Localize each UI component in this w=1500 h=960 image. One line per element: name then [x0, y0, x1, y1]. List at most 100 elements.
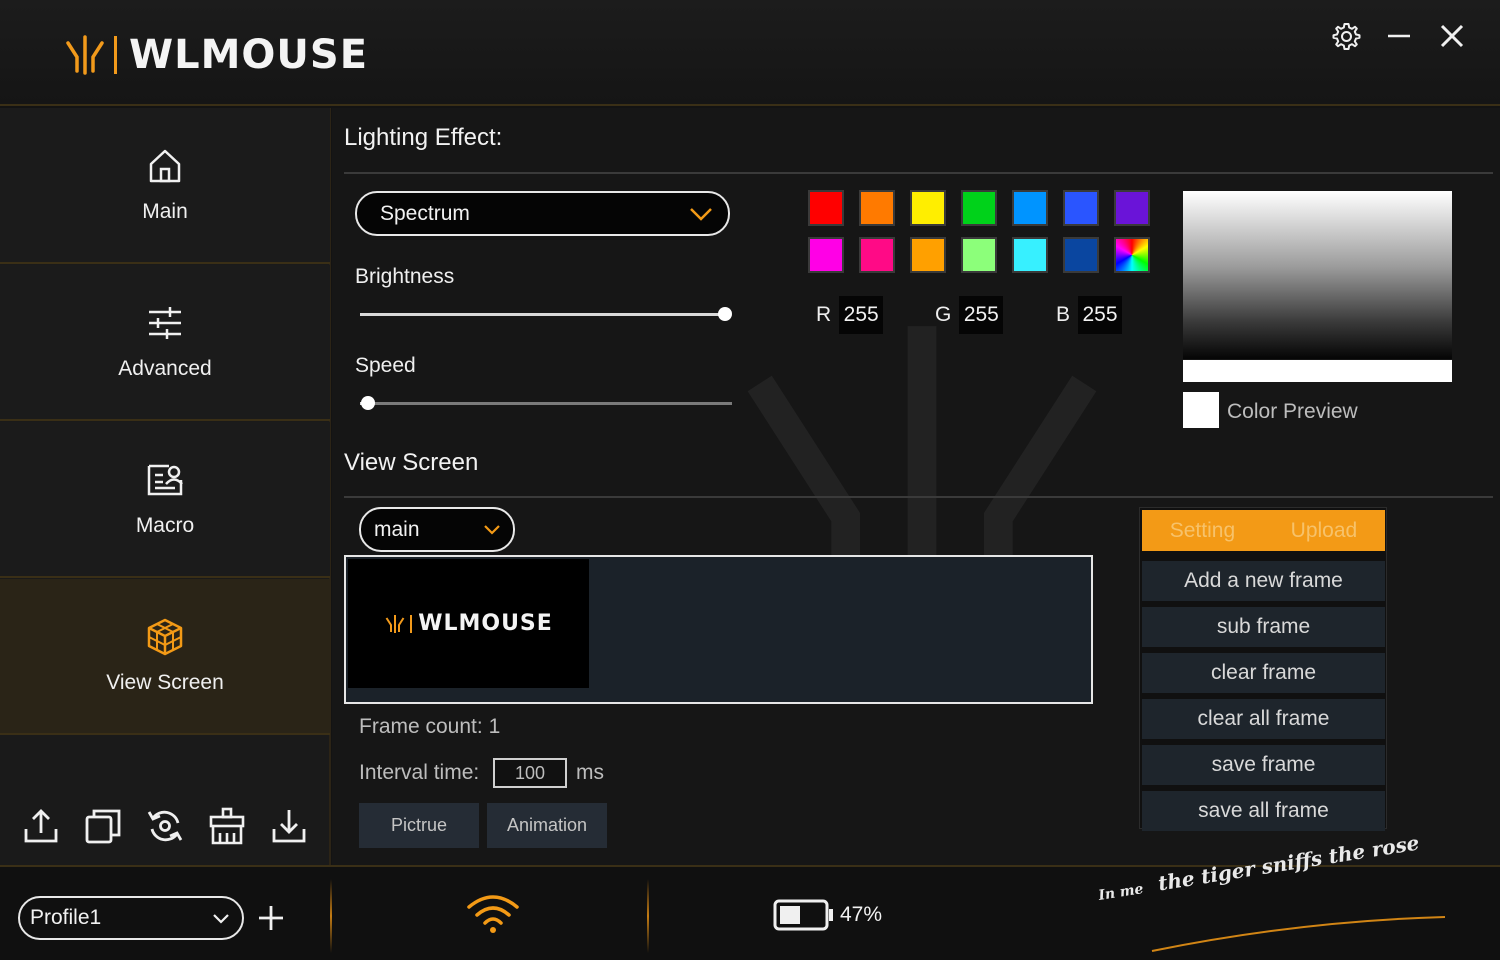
speed-label: Speed — [355, 354, 416, 377]
color-picker-bar[interactable] — [1183, 360, 1452, 382]
export-icon — [24, 809, 58, 843]
slogan-underline — [1151, 916, 1446, 952]
sidebar-item-label: Main — [142, 200, 188, 223]
minimize-button[interactable] — [1381, 18, 1417, 54]
save-all-frame-button[interactable]: save all frame — [1142, 791, 1385, 831]
home-icon — [149, 149, 181, 183]
effect-select[interactable]: Spectrum — [355, 191, 730, 236]
add-frame-button[interactable]: Add a new frame — [1142, 561, 1385, 601]
divider — [344, 496, 1493, 498]
profile-select[interactable]: Profile1 — [18, 896, 244, 940]
reset-button[interactable] — [144, 805, 186, 847]
profile-tools — [0, 805, 330, 847]
color-swatches — [808, 190, 1150, 273]
chevron-down-icon — [484, 525, 500, 535]
color-swatch[interactable] — [859, 237, 895, 273]
r-field: R 255 — [816, 296, 884, 334]
color-preview-label: Color Preview — [1227, 400, 1358, 423]
add-profile-button[interactable] — [256, 903, 286, 933]
screen-canvas[interactable]: WLMOUSE — [344, 555, 1093, 704]
frame-actions-panel: Setting Upload Add a new frame sub frame… — [1139, 507, 1387, 831]
g-input[interactable]: 255 — [959, 296, 1004, 334]
g-field: G 255 — [935, 296, 1004, 334]
frame-tabs: Setting Upload — [1142, 510, 1385, 551]
sidebar-item-label: View Screen — [106, 671, 224, 694]
clear-all-frame-button[interactable]: clear all frame — [1142, 699, 1385, 739]
copy-button[interactable] — [82, 805, 124, 847]
view-screen-title: View Screen — [344, 449, 479, 476]
cube-icon — [147, 618, 183, 656]
clean-button[interactable] — [206, 805, 248, 847]
canvas-brand-name: WLMOUSE — [418, 611, 553, 636]
sidebar-item-view-screen[interactable]: View Screen — [0, 579, 330, 735]
import-icon — [272, 810, 306, 843]
screen-select[interactable]: main — [359, 507, 515, 552]
sidebar-item-macro[interactable]: Macro — [0, 422, 330, 578]
gear-icon — [1332, 23, 1361, 50]
r-label: R — [816, 303, 832, 326]
app-logo: WLMOUSE — [64, 32, 368, 78]
color-swatch[interactable] — [1012, 237, 1048, 273]
color-preview-swatch — [1183, 392, 1219, 428]
close-button[interactable] — [1434, 18, 1470, 54]
sidebar-item-advanced[interactable]: Advanced — [0, 265, 330, 421]
main-panel: Lighting Effect: Spectrum Brightness Spe… — [332, 108, 1500, 865]
export-button[interactable] — [20, 805, 62, 847]
animation-button[interactable]: Animation — [487, 803, 607, 848]
color-swatch[interactable] — [961, 237, 997, 273]
lighting-effect-title: Lighting Effect: — [344, 124, 503, 151]
interval-label: Interval time: — [359, 761, 480, 784]
status-bar: Profile1 47% In me the tiger sniffs the … — [0, 830, 1500, 960]
wlmouse-logo-icon — [385, 614, 405, 633]
color-swatch[interactable] — [1063, 237, 1099, 273]
color-swatch[interactable] — [1063, 190, 1099, 226]
reset-icon — [147, 810, 183, 842]
sidebar-item-main[interactable]: Main — [0, 108, 330, 264]
brightness-slider-knob[interactable] — [718, 307, 732, 321]
r-input[interactable]: 255 — [839, 296, 884, 334]
footer-divider — [647, 879, 649, 953]
frame-count-label: Frame count: — [359, 715, 483, 738]
plus-icon — [259, 906, 283, 930]
minimize-icon — [1388, 34, 1410, 38]
effect-select-value: Spectrum — [380, 201, 470, 225]
color-swatch[interactable] — [910, 190, 946, 226]
save-frame-button[interactable]: save frame — [1142, 745, 1385, 785]
color-swatch[interactable] — [859, 190, 895, 226]
b-label: B — [1056, 303, 1071, 326]
picture-button[interactable]: Pictrue — [359, 803, 479, 848]
brand-name: WLMOUSE — [129, 32, 369, 78]
chevron-down-icon — [213, 914, 229, 924]
sub-frame-button[interactable]: sub frame — [1142, 607, 1385, 647]
sliders-icon — [149, 307, 181, 339]
b-input[interactable]: 255 — [1078, 296, 1123, 334]
color-swatch[interactable] — [961, 190, 997, 226]
color-swatch[interactable] — [808, 237, 844, 273]
color-swatch[interactable] — [1114, 237, 1150, 273]
color-swatch[interactable] — [1012, 190, 1048, 226]
speed-slider[interactable] — [360, 396, 732, 410]
settings-button[interactable] — [1328, 18, 1364, 54]
frame-count-value: 1 — [488, 715, 501, 738]
screen-select-value: main — [374, 517, 420, 541]
color-swatch[interactable] — [1114, 190, 1150, 226]
g-label: G — [935, 303, 952, 326]
clear-frame-button[interactable]: clear frame — [1142, 653, 1385, 693]
clean-icon — [209, 807, 245, 845]
color-picker-gradient[interactable] — [1183, 191, 1452, 359]
divider — [344, 172, 1493, 174]
title-bar: WLMOUSE — [0, 0, 1500, 106]
color-swatch[interactable] — [910, 237, 946, 273]
interval-input[interactable]: 100 — [493, 758, 567, 788]
tab-setting[interactable]: Setting — [1170, 519, 1235, 543]
macro-icon — [147, 464, 183, 496]
brightness-slider[interactable] — [360, 307, 732, 321]
speed-slider-knob[interactable] — [361, 396, 375, 410]
close-icon — [1440, 24, 1464, 48]
color-swatch[interactable] — [808, 190, 844, 226]
tab-upload[interactable]: Upload — [1291, 519, 1358, 543]
sidebar: Main Advanced Macro View Screen — [0, 108, 331, 865]
slogan-left: In me — [1097, 881, 1145, 905]
import-button[interactable] — [268, 805, 310, 847]
sidebar-item-label: Macro — [135, 514, 195, 537]
